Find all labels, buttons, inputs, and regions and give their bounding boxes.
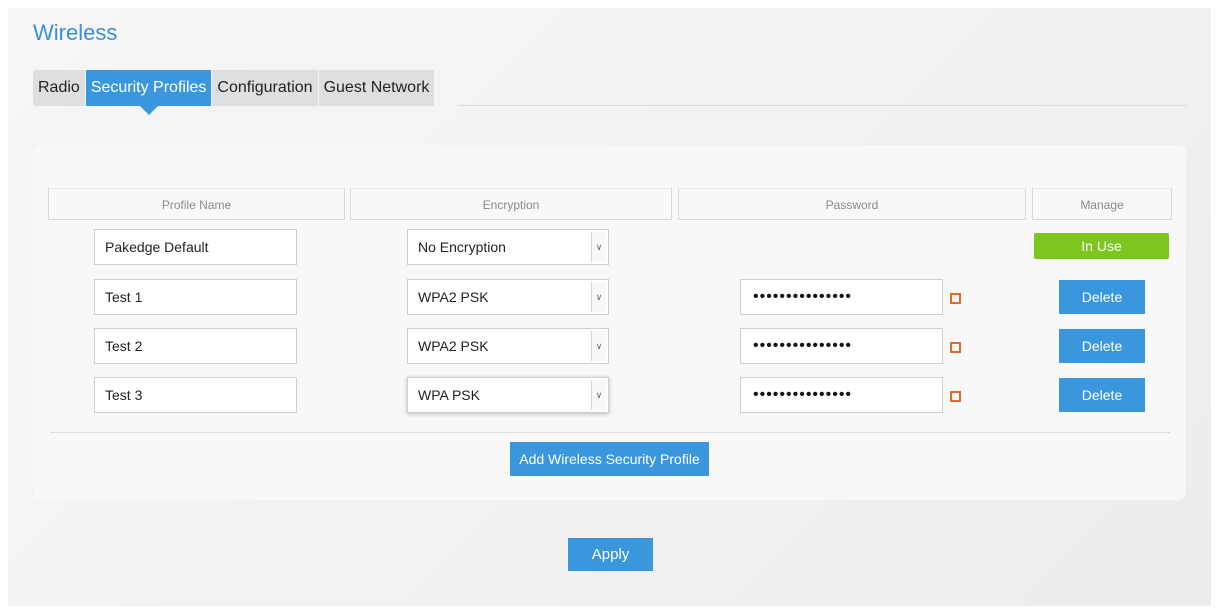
password-input[interactable]: ••••••••••••••• bbox=[740, 377, 943, 413]
column-header-encryption: Encryption bbox=[350, 188, 672, 220]
column-header-profile-name: Profile Name bbox=[48, 188, 345, 220]
apply-button[interactable]: Apply bbox=[568, 538, 653, 571]
page-title: Wireless bbox=[33, 20, 118, 45]
chevron-down-icon: ∨ bbox=[591, 232, 606, 262]
encryption-select-value: WPA PSK bbox=[418, 387, 480, 403]
profile-name-input[interactable]: Test 2 bbox=[94, 328, 297, 364]
password-input[interactable]: ••••••••••••••• bbox=[740, 328, 943, 364]
encryption-select[interactable]: WPA2 PSK ∨ bbox=[407, 328, 609, 364]
chevron-down-icon: ∨ bbox=[591, 380, 606, 410]
tab-divider bbox=[458, 105, 1187, 106]
add-security-profile-button[interactable]: Add Wireless Security Profile bbox=[510, 442, 709, 476]
table-row: Test 3 WPA PSK ∨ ••••••••••••••• Delete bbox=[0, 377, 1219, 417]
delete-button[interactable]: Delete bbox=[1059, 280, 1145, 314]
tab-radio[interactable]: Radio bbox=[33, 70, 85, 106]
table-divider bbox=[50, 432, 1170, 433]
delete-button[interactable]: Delete bbox=[1059, 378, 1145, 412]
encryption-select-value: WPA2 PSK bbox=[418, 289, 489, 305]
encryption-select[interactable]: WPA2 PSK ∨ bbox=[407, 279, 609, 315]
profile-name-input[interactable]: Test 3 bbox=[94, 377, 297, 413]
tab-security-profiles[interactable]: Security Profiles bbox=[85, 70, 212, 115]
show-password-icon[interactable] bbox=[950, 340, 961, 353]
column-header-password: Password bbox=[678, 188, 1026, 220]
show-password-icon[interactable] bbox=[950, 291, 961, 304]
encryption-select[interactable]: WPA PSK ∨ bbox=[407, 377, 609, 413]
chevron-down-icon: ∨ bbox=[591, 282, 606, 312]
encryption-select-value: No Encryption bbox=[418, 239, 506, 255]
tab-bar: Radio Security Profiles Configuration Gu… bbox=[33, 70, 435, 115]
delete-button[interactable]: Delete bbox=[1059, 329, 1145, 363]
password-input[interactable]: ••••••••••••••• bbox=[740, 279, 943, 315]
table-row: Test 2 WPA2 PSK ∨ ••••••••••••••• Delete bbox=[0, 328, 1219, 368]
profile-name-input[interactable]: Pakedge Default bbox=[94, 229, 297, 265]
show-password-icon[interactable] bbox=[950, 389, 961, 402]
table-row: Pakedge Default No Encryption ∨ In Use bbox=[0, 229, 1219, 269]
tab-guest-network[interactable]: Guest Network bbox=[318, 70, 435, 106]
in-use-badge: In Use bbox=[1034, 233, 1169, 259]
encryption-select-value: WPA2 PSK bbox=[418, 338, 489, 354]
profile-name-input[interactable]: Test 1 bbox=[94, 279, 297, 315]
tab-configuration[interactable]: Configuration bbox=[212, 70, 318, 106]
table-row: Test 1 WPA2 PSK ∨ ••••••••••••••• Delete bbox=[0, 279, 1219, 319]
column-header-manage: Manage bbox=[1032, 188, 1172, 220]
encryption-select[interactable]: No Encryption ∨ bbox=[407, 229, 609, 265]
chevron-down-icon: ∨ bbox=[591, 331, 606, 361]
